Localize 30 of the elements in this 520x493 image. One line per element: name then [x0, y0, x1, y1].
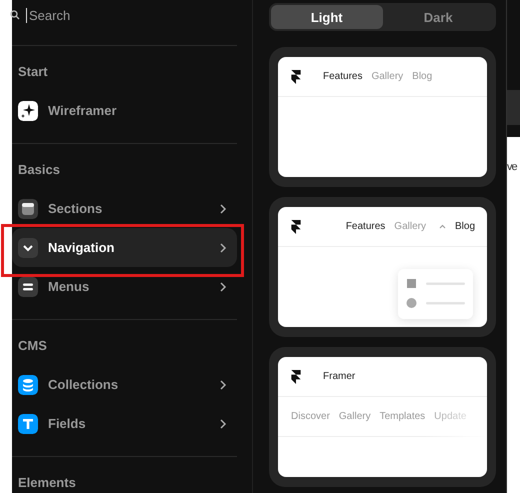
- sparkle-icon: [18, 100, 38, 120]
- theme-tab[interactable]: Light: [271, 5, 382, 29]
- sidebar-item[interactable]: Collections: [12, 365, 237, 404]
- menu-icon: [18, 276, 38, 296]
- preview-card[interactable]: Features Gallery Blog: [269, 197, 496, 337]
- section-heading: Start: [17, 63, 49, 81]
- section-icon: [18, 198, 38, 218]
- sidebar-item[interactable]: Navigation: [12, 228, 237, 267]
- nav-link[interactable]: Features: [346, 221, 386, 232]
- sidebar-item[interactable]: Wireframer: [12, 91, 237, 130]
- section-heading: Elements: [17, 474, 77, 492]
- logo-icon: [291, 370, 301, 384]
- logo-icon: [291, 220, 301, 234]
- nav-link[interactable]: Blog: [454, 221, 475, 232]
- text-icon: [18, 414, 38, 434]
- search-icon: [10, 10, 20, 20]
- brand-name: Framer: [323, 371, 356, 382]
- chevron-down-icon: [18, 238, 38, 258]
- nav-link[interactable]: Features: [323, 71, 362, 82]
- database-icon: [18, 374, 38, 394]
- section-heading: Basics: [17, 161, 61, 179]
- logo-icon: [291, 70, 301, 84]
- sidebar-item[interactable]: Fields: [12, 404, 237, 443]
- sidebar-item[interactable]: Sections: [12, 189, 237, 228]
- section-heading: CMS: [17, 337, 48, 355]
- search-field[interactable]: Search: [26, 8, 209, 22]
- partial-text: ve: [507, 161, 517, 173]
- sidebar-item[interactable]: Menus: [12, 267, 237, 306]
- preview-card[interactable]: Features Gallery Blog: [269, 47, 496, 187]
- theme-tab[interactable]: Dark: [382, 5, 494, 29]
